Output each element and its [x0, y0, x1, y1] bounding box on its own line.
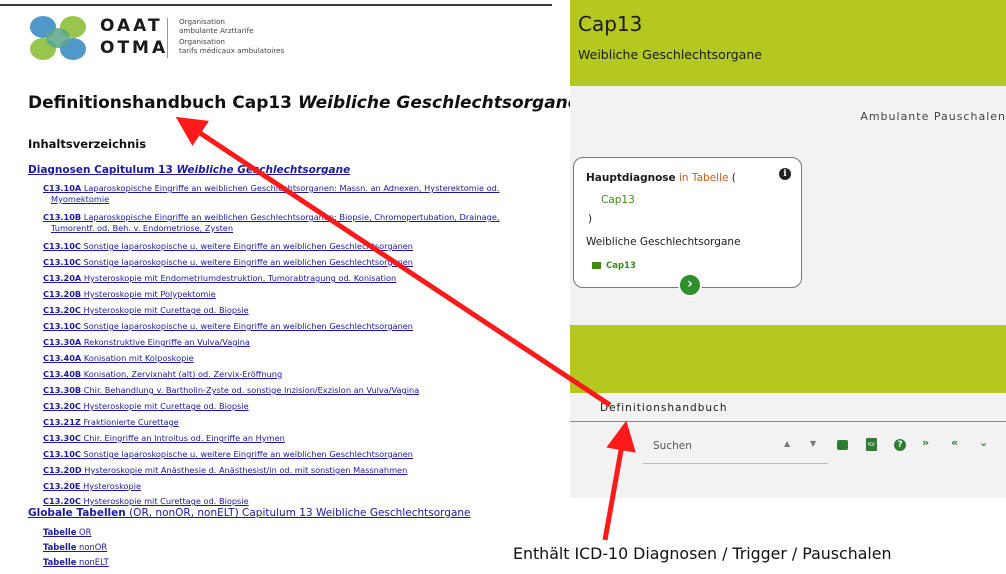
annotation-caption: Enthält ICD-10 Diagnosen / Trigger / Pau… [513, 544, 892, 563]
arrow-to-definitionshandbuch [602, 420, 636, 541]
arrow-to-title [175, 116, 612, 408]
annotation-arrows [175, 116, 636, 541]
